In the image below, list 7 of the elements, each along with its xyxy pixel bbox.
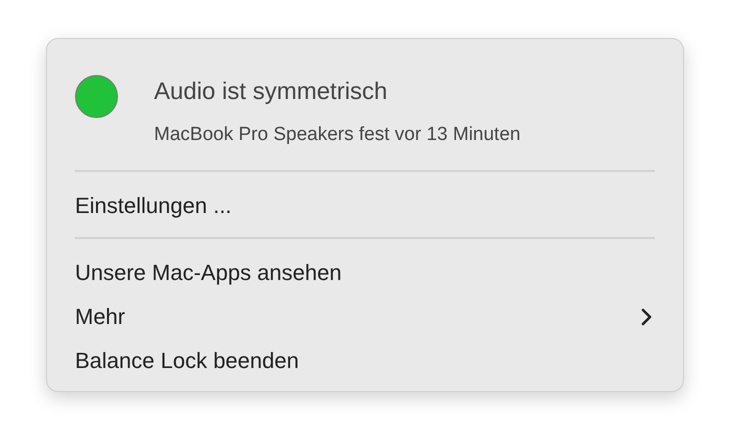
menu-item[interactable]: Mehr: [75, 295, 655, 339]
chevron-right-icon: [640, 308, 652, 326]
status-title: Audio ist symmetrisch: [154, 77, 388, 107]
status-subtitle: MacBook Pro Speakers fest vor 13 Minuten: [154, 123, 520, 147]
menu-item[interactable]: Einstellungen ...: [75, 184, 655, 228]
menu-item[interactable]: Balance Lock beenden: [75, 339, 655, 383]
menu-item[interactable]: Unsere Mac-Apps ansehen: [75, 251, 655, 295]
